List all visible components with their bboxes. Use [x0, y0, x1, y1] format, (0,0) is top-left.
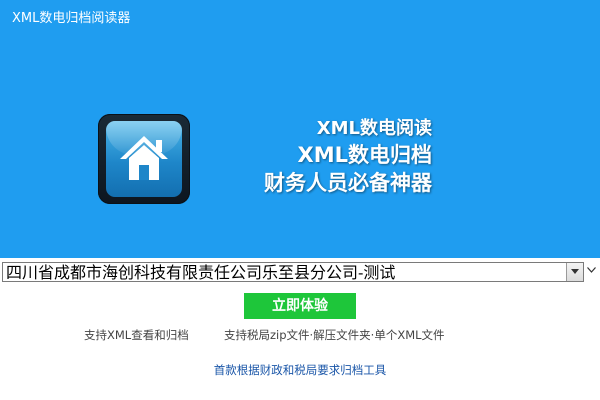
- app-title: XML数电归档阅读器: [12, 11, 131, 26]
- feature-text: 支持XML查看和归档: [84, 328, 189, 342]
- footer-text: 首款根据财政和税局要求归档工具: [213, 363, 387, 377]
- dropdown-button[interactable]: [566, 263, 583, 281]
- feature-text: 支持税局zip文件·解压文件夹·单个XML文件: [224, 328, 445, 342]
- slogan-line: XML数电阅读: [316, 118, 432, 139]
- company-select-value: 四川省成都市海创科技有限责任公司乐至县分公司-测试: [6, 263, 396, 282]
- slogan-line: XML数电归档: [297, 143, 432, 167]
- chevron-down-icon: [571, 269, 579, 274]
- slogan-line: 财务人员必备神器: [264, 171, 432, 195]
- company-select[interactable]: 四川省成都市海创科技有限责任公司乐至县分公司-测试: [2, 262, 584, 282]
- header-banner: XML数电归档阅读器 XML数电阅读 XML数电归档 财务人员必备神器: [0, 0, 600, 258]
- try-now-button[interactable]: 立即体验: [244, 293, 356, 319]
- slogan-block: XML数电阅读 XML数电归档 财务人员必备神器: [264, 118, 432, 198]
- chevron-down-icon[interactable]: [587, 267, 596, 273]
- home-icon: [98, 114, 190, 204]
